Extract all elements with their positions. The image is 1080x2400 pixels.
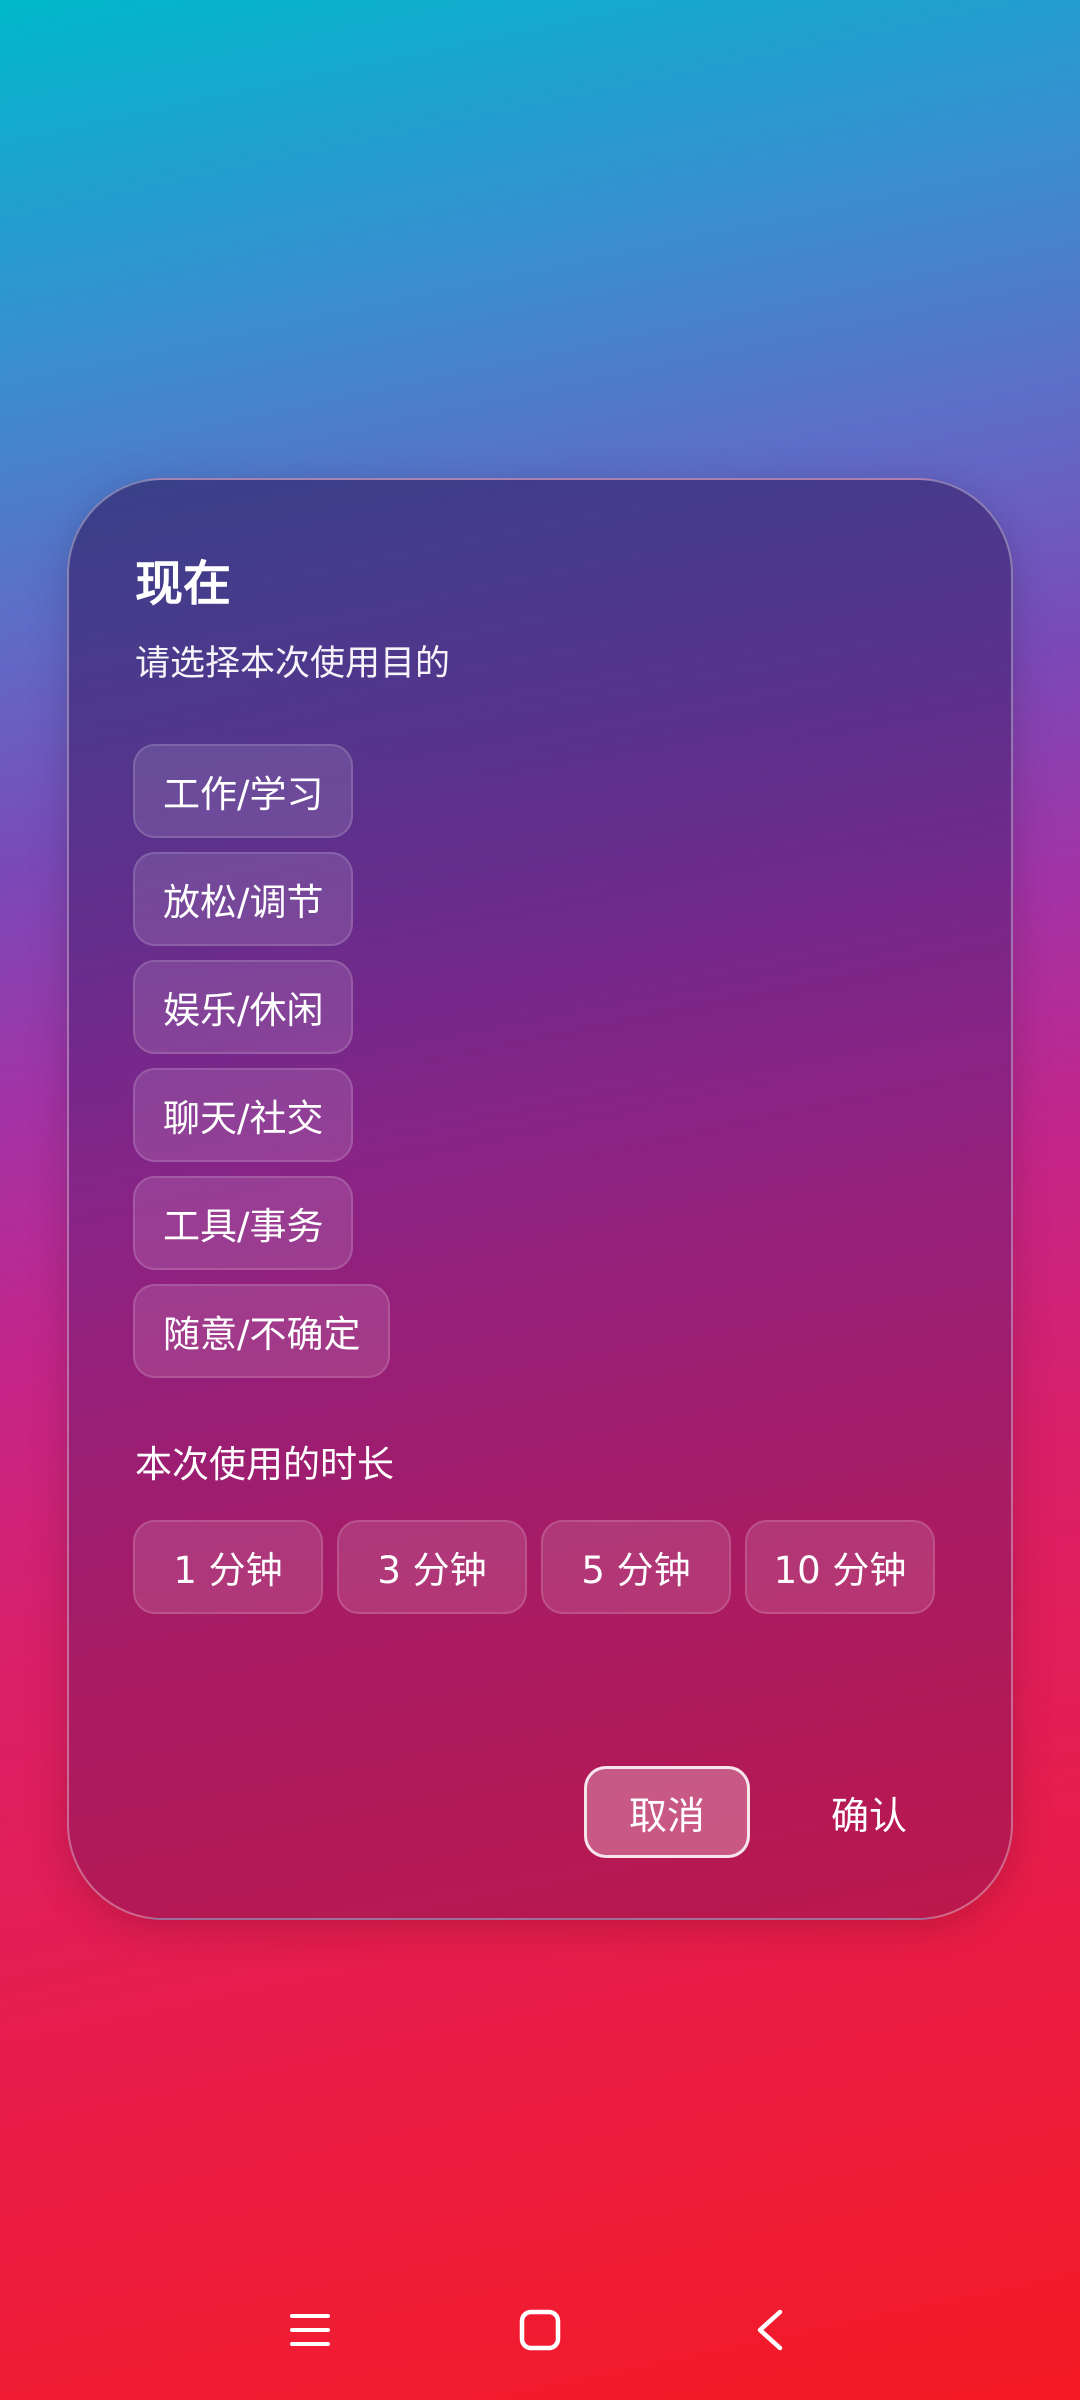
back-icon [757,2309,783,2351]
duration-option-10min[interactable]: 10 分钟 [745,1520,935,1614]
duration-option-3min[interactable]: 3 分钟 [337,1520,527,1614]
purpose-option-entertainment[interactable]: 娱乐/休闲 [133,960,354,1054]
purpose-option-relax[interactable]: 放松/调节 [133,852,354,946]
purpose-option-tools[interactable]: 工具/事务 [133,1176,354,1270]
recent-apps-button[interactable] [260,2280,360,2380]
home-button[interactable] [490,2280,590,2380]
back-button[interactable] [720,2280,820,2380]
duration-label: 本次使用的时长 [135,1443,394,1486]
cancel-button[interactable]: 取消 [584,1766,750,1858]
menu-icon [290,2314,330,2346]
duration-option-5min[interactable]: 5 分钟 [541,1520,731,1614]
duration-option-1min[interactable]: 1 分钟 [133,1520,323,1614]
confirm-button[interactable]: 确认 [799,1766,939,1858]
duration-options: 1 分钟 3 分钟 5 分钟 10 分钟 [133,1520,935,1614]
purpose-dialog: 现在 请选择本次使用目的 工作/学习 放松/调节 娱乐/休闲 聊天/社交 工具/… [67,478,1013,1920]
system-navigation-bar [0,2280,1080,2380]
purpose-option-social[interactable]: 聊天/社交 [133,1068,354,1162]
purpose-option-work-study[interactable]: 工作/学习 [133,744,354,838]
dialog-title: 现在 [135,556,232,612]
purpose-options: 工作/学习 放松/调节 娱乐/休闲 聊天/社交 工具/事务 随意/不确定 [133,744,391,1378]
purpose-option-casual[interactable]: 随意/不确定 [133,1284,391,1378]
dialog-subtitle: 请选择本次使用目的 [135,644,451,684]
home-icon [519,2309,561,2351]
